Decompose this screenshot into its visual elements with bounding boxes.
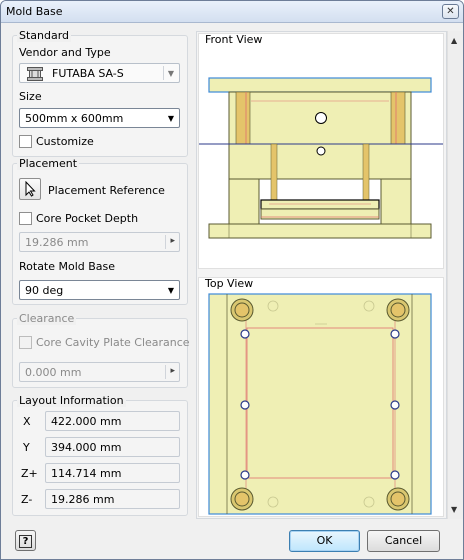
vendor-type-value: FUTABA SA-S [52,67,124,80]
mold-base-dialog: Mold Base ✕ Standard Vendor and Type FUT… [0,0,464,560]
chevron-right-icon: ▸ [170,366,175,376]
standard-group-label: Standard [17,29,72,42]
top-view-panel: Top View [198,277,444,517]
layout-zplus-field: 114.714 mm [45,463,180,483]
layout-zminus-value: 19.286 mm [51,493,115,506]
chevron-down-icon: ▼ [167,286,174,295]
preview-scrollbar[interactable]: ▲ ▼ [447,31,463,519]
rotate-value: 90 deg [25,284,64,297]
placement-group-label: Placement [17,157,80,170]
vendor-type-select[interactable]: FUTABA SA-S ▼ [19,63,180,83]
dialog-title: Mold Base [6,5,63,18]
scroll-up-icon[interactable]: ▲ [451,36,457,45]
core-pocket-label: Core Pocket Depth [36,212,139,225]
help-button[interactable]: ? [15,530,36,551]
rotate-label: Rotate Mold Base [19,260,116,273]
customize-label: Customize [36,135,94,148]
customize-checkbox[interactable] [19,135,32,148]
layout-x-label: X [23,415,31,428]
core-cavity-value: 0.000 mm [25,366,82,379]
size-label: Size [19,90,42,103]
title-bar: Mold Base ✕ [1,1,463,23]
mold-base-icon [27,67,43,81]
chevron-right-icon: ▸ [170,236,175,246]
size-select[interactable]: 500mm x 600mm ▼ [19,108,180,128]
close-icon: ✕ [446,6,455,17]
layout-zminus-label: Z- [21,493,33,506]
layout-info-group-label: Layout Information [17,394,126,407]
layout-y-field: 394.000 mm [45,437,180,457]
core-pocket-depth-input[interactable]: 19.286 mm ▸ [19,232,180,252]
help-icon: ? [19,535,32,548]
placement-reference-label: Placement Reference [48,184,165,197]
layout-x-value: 422.000 mm [51,415,122,428]
core-cavity-label: Core Cavity Plate Clearance [36,336,190,349]
layout-x-field: 422.000 mm [45,411,180,431]
size-value: 500mm x 600mm [25,112,124,125]
core-pocket-checkbox[interactable] [19,212,32,225]
cursor-arrow-icon [25,180,36,197]
close-button[interactable]: ✕ [442,4,459,19]
vendor-label: Vendor and Type [19,46,111,59]
layout-y-label: Y [23,441,30,454]
ok-button[interactable]: OK [289,530,360,552]
layout-y-value: 394.000 mm [51,441,122,454]
front-view-panel: Front View [198,33,444,269]
core-cavity-checkbox[interactable] [19,336,32,349]
front-view-drawing [199,77,443,239]
chevron-down-icon: ▼ [167,114,174,123]
cancel-button[interactable]: Cancel [367,530,440,552]
layout-zminus-field: 19.286 mm [45,489,180,509]
scroll-down-icon[interactable]: ▼ [451,505,457,514]
rotate-select[interactable]: 90 deg ▼ [19,280,180,300]
core-cavity-input[interactable]: 0.000 mm ▸ [19,362,180,382]
layout-zplus-label: Z+ [21,467,38,480]
core-pocket-depth-value: 19.286 mm [25,236,89,249]
placement-reference-button[interactable] [19,178,41,200]
chevron-down-icon: ▼ [167,69,174,78]
layout-zplus-value: 114.714 mm [51,467,122,480]
clearance-group-label: Clearance [17,312,77,325]
top-view-drawing [208,293,432,515]
